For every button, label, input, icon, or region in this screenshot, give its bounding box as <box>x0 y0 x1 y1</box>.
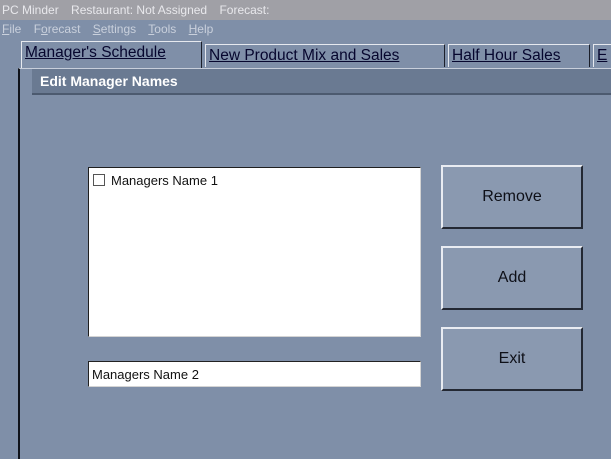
dialog-title-divider <box>32 93 611 95</box>
menu-forecast[interactable]: Forecast <box>34 22 81 36</box>
forecast-status: Forecast: <box>219 3 270 17</box>
exit-button[interactable]: Exit <box>441 327 583 391</box>
list-item-label: Managers Name 1 <box>111 172 218 188</box>
tab-managers-schedule[interactable]: Manager's Schedule <box>21 41 202 68</box>
tab-new-product-mix-and-sales[interactable]: New Product Mix and Sales <box>205 44 445 67</box>
manager-name-input[interactable] <box>88 361 421 387</box>
menu-bar: File Forecast Settings Tools Help <box>0 20 611 40</box>
manager-names-list[interactable]: Managers Name 1 <box>88 167 421 337</box>
dialog-title: Edit Manager Names <box>32 69 611 93</box>
list-item[interactable]: Managers Name 1 <box>93 172 218 188</box>
window-titlebar: PC Minder Restaurant: Not Assigned Forec… <box>0 0 611 20</box>
tab-strip: Manager's Schedule New Product Mix and S… <box>0 40 611 68</box>
add-button[interactable]: Add <box>441 246 583 310</box>
menu-tools[interactable]: Tools <box>148 22 176 36</box>
tab-overflow[interactable]: E <box>593 44 611 67</box>
restaurant-status: Restaurant: Not Assigned <box>71 3 208 17</box>
menu-help[interactable]: Help <box>189 22 214 36</box>
list-item-checkbox[interactable] <box>93 174 105 186</box>
remove-button[interactable]: Remove <box>441 165 583 229</box>
tab-half-hour-sales[interactable]: Half Hour Sales <box>448 44 590 67</box>
menu-file[interactable]: File <box>2 22 21 36</box>
app-title: PC Minder <box>2 3 59 17</box>
menu-settings[interactable]: Settings <box>93 22 136 36</box>
